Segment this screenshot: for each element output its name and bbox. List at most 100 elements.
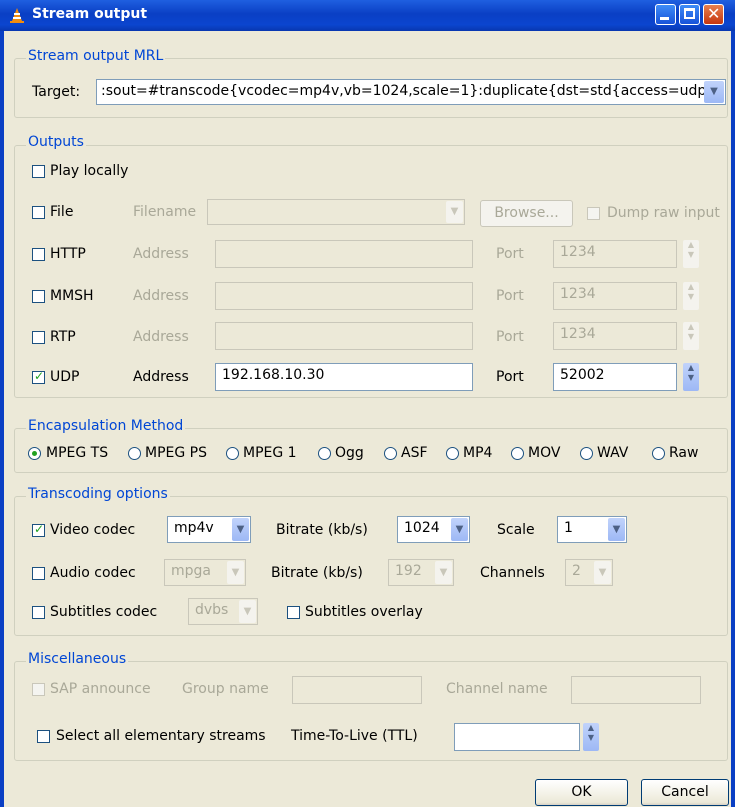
radio-asf[interactable] — [384, 447, 397, 460]
file-label: File — [50, 204, 74, 220]
audio-bitrate-combo[interactable]: 192 ▼ — [388, 559, 454, 586]
mmsh-port-spinner[interactable]: ▲ ▼ — [683, 282, 699, 310]
maximize-button[interactable] — [679, 4, 700, 25]
udp-port-label: Port — [496, 369, 524, 385]
select-all-streams-checkbox[interactable] — [37, 730, 50, 743]
http-port-spinner[interactable]: ▲ ▼ — [683, 240, 699, 268]
radio-mpeg-ts[interactable] — [28, 447, 41, 460]
udp-port-spinner[interactable]: ▲ ▼ — [683, 363, 699, 391]
radio-label-wav: WAV — [597, 445, 629, 461]
channel-name-input[interactable] — [571, 676, 701, 704]
radio-label-mov: MOV — [528, 445, 561, 461]
video-codec-checkbox[interactable]: ✓ — [32, 522, 45, 537]
http-checkbox[interactable] — [32, 248, 45, 261]
vlc-cone-icon — [10, 8, 24, 23]
transcoding-legend: Transcoding options — [26, 486, 170, 502]
checkmark-icon: ✓ — [34, 522, 45, 536]
radio-ogg[interactable] — [318, 447, 331, 460]
browse-button[interactable]: Browse... — [480, 200, 573, 227]
close-icon: ✕ — [707, 4, 721, 23]
radio-label-asf: ASF — [401, 445, 428, 461]
video-bitrate-combo[interactable]: 1024 ▼ — [397, 516, 470, 543]
audio-bitrate-label: Bitrate (kb/s) — [271, 565, 363, 581]
rtp-port-spinner[interactable]: ▲ ▼ — [683, 322, 699, 350]
chevron-down-icon[interactable]: ▼ — [227, 561, 244, 584]
chevron-down-icon[interactable]: ▼ — [446, 201, 463, 223]
mmsh-port-input[interactable]: 1234 — [553, 282, 677, 310]
udp-address-input[interactable]: 192.168.10.30 — [215, 363, 473, 391]
radio-mp4[interactable] — [446, 447, 459, 460]
radio-raw[interactable] — [652, 447, 665, 460]
file-checkbox[interactable] — [32, 206, 45, 219]
rtp-address-label: Address — [133, 329, 189, 345]
subtitles-codec-label: Subtitles codec — [50, 604, 158, 620]
http-port-label: Port — [496, 246, 524, 262]
http-address-input[interactable] — [215, 240, 473, 268]
mmsh-checkbox[interactable] — [32, 290, 45, 303]
ttl-spinner[interactable]: ▲ ▼ — [583, 723, 599, 751]
chevron-down-icon[interactable]: ▼ — [232, 518, 249, 541]
subtitles-codec-checkbox[interactable] — [32, 606, 45, 619]
filename-combo[interactable]: ▼ — [207, 199, 465, 225]
radio-wav[interactable] — [580, 447, 593, 460]
radio-label-ogg: Ogg — [335, 445, 364, 461]
subtitles-overlay-label: Subtitles overlay — [305, 604, 423, 620]
radio-mpeg-ps[interactable] — [128, 447, 141, 460]
rtp-label: RTP — [50, 329, 76, 345]
udp-address-label: Address — [133, 369, 189, 385]
mmsh-label: MMSH — [50, 288, 94, 304]
channels-combo[interactable]: 2 ▼ — [565, 559, 613, 586]
chevron-down-icon[interactable]: ▼ — [451, 518, 468, 541]
chevron-down-icon[interactable]: ▼ — [239, 600, 256, 623]
channels-label: Channels — [480, 565, 545, 581]
channels-value: 2 — [572, 563, 581, 579]
window-title: Stream output — [32, 6, 148, 22]
radio-label-mpeg-ts: MPEG TS — [46, 445, 109, 461]
subtitles-codec-value: dvbs — [195, 602, 229, 618]
subtitles-codec-combo[interactable]: dvbs ▼ — [188, 598, 258, 625]
chevron-down-icon[interactable]: ▼ — [594, 561, 611, 584]
group-name-label: Group name — [182, 681, 269, 697]
audio-codec-combo[interactable]: mpga ▼ — [164, 559, 246, 586]
radio-mpeg-1[interactable] — [226, 447, 239, 460]
chevron-down-icon[interactable]: ▼ — [435, 561, 452, 584]
cancel-button[interactable]: Cancel — [641, 779, 729, 806]
rtp-port-input[interactable]: 1234 — [553, 322, 677, 350]
scale-label: Scale — [497, 522, 535, 538]
rtp-checkbox[interactable] — [32, 331, 45, 344]
udp-port-input[interactable]: 52002 — [553, 363, 677, 391]
sap-announce-label: SAP announce — [50, 681, 151, 697]
sap-announce-checkbox[interactable] — [32, 683, 45, 696]
misc-legend: Miscellaneous — [26, 651, 129, 667]
dump-raw-checkbox[interactable] — [587, 207, 600, 220]
video-codec-combo[interactable]: mp4v ▼ — [167, 516, 251, 543]
audio-codec-checkbox[interactable] — [32, 567, 45, 580]
http-port-input[interactable]: 1234 — [553, 240, 677, 268]
chevron-down-icon[interactable]: ▼ — [608, 518, 625, 541]
group-name-input[interactable] — [292, 676, 422, 704]
close-button[interactable]: ✕ — [703, 4, 724, 25]
radio-selected-dot — [32, 451, 37, 456]
subtitles-overlay-checkbox[interactable] — [287, 606, 300, 619]
ttl-input[interactable] — [454, 723, 580, 751]
radio-mov[interactable] — [511, 447, 524, 460]
ok-button[interactable]: OK — [535, 779, 628, 806]
scale-combo[interactable]: 1 ▼ — [557, 516, 627, 543]
udp-checkbox[interactable]: ✓ — [32, 369, 45, 384]
target-label: Target: — [32, 84, 81, 100]
audio-bitrate-value: 192 — [395, 563, 422, 579]
mmsh-address-input[interactable] — [215, 282, 473, 310]
target-combo[interactable]: :sout=#transcode{vcodec=mp4v,vb=1024,sca… — [96, 79, 726, 105]
rtp-address-input[interactable] — [215, 322, 473, 350]
http-label: HTTP — [50, 246, 86, 262]
ttl-label: Time-To-Live (TTL) — [291, 728, 418, 744]
chevron-down-icon[interactable]: ▼ — [704, 81, 724, 103]
radio-label-mpeg-1: MPEG 1 — [243, 445, 297, 461]
mrl-legend: Stream output MRL — [26, 48, 166, 64]
video-bitrate-label: Bitrate (kb/s) — [276, 522, 368, 538]
window-border-right — [731, 31, 735, 807]
window-border-left — [0, 31, 4, 807]
play-locally-checkbox[interactable] — [32, 165, 45, 178]
udp-label: UDP — [50, 369, 80, 385]
minimize-button[interactable] — [655, 4, 676, 25]
